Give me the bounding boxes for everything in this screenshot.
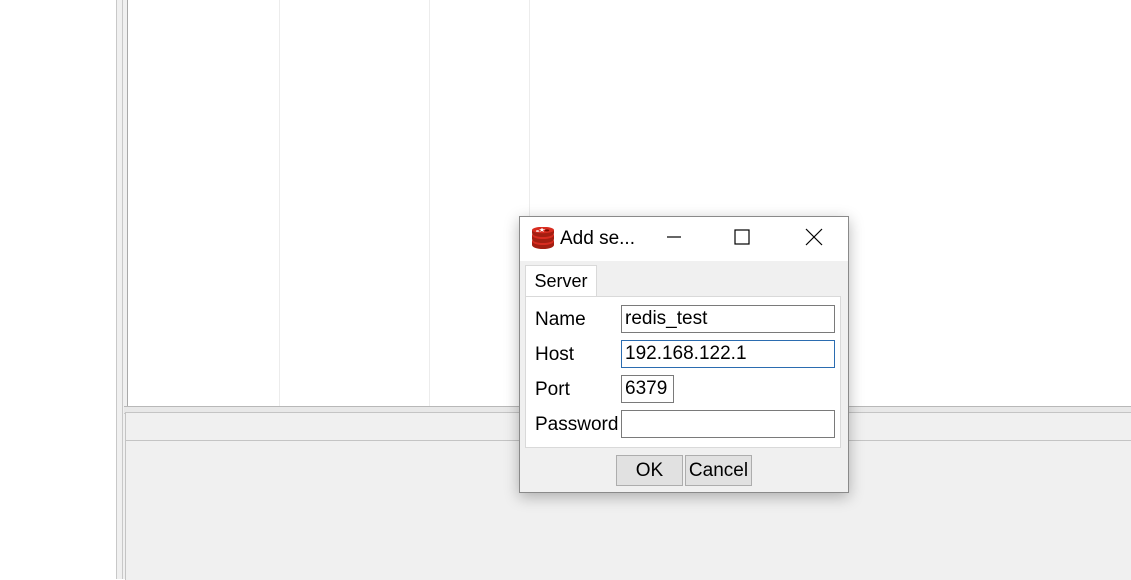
frame-divider	[122, 0, 123, 579]
dialog-titlebar[interactable]: Add se...	[520, 217, 848, 261]
minimize-icon	[666, 229, 682, 250]
table-column-divider	[429, 0, 430, 406]
close-icon	[805, 228, 823, 251]
maximize-button[interactable]	[708, 217, 776, 261]
minimize-button[interactable]	[640, 217, 708, 261]
host-field[interactable]	[621, 340, 835, 368]
redis-icon	[530, 226, 556, 251]
port-label: Port	[535, 379, 570, 400]
name-label: Name	[535, 309, 586, 330]
name-field[interactable]	[621, 305, 835, 333]
maximize-icon	[734, 228, 750, 250]
cancel-button[interactable]: Cancel	[685, 455, 752, 486]
password-label: Password	[535, 414, 619, 435]
table-column-divider	[279, 0, 280, 406]
password-field[interactable]	[621, 410, 835, 438]
server-tab-panel: Name Host Port Password	[525, 296, 841, 448]
add-server-dialog: Add se... Server Name Host Port Password…	[519, 216, 849, 493]
port-field[interactable]	[621, 375, 674, 403]
tab-server[interactable]: Server	[525, 265, 597, 297]
close-button[interactable]	[780, 217, 848, 261]
host-label: Host	[535, 344, 575, 365]
dialog-title: Add se...	[560, 228, 635, 249]
ok-button[interactable]: OK	[616, 455, 683, 486]
